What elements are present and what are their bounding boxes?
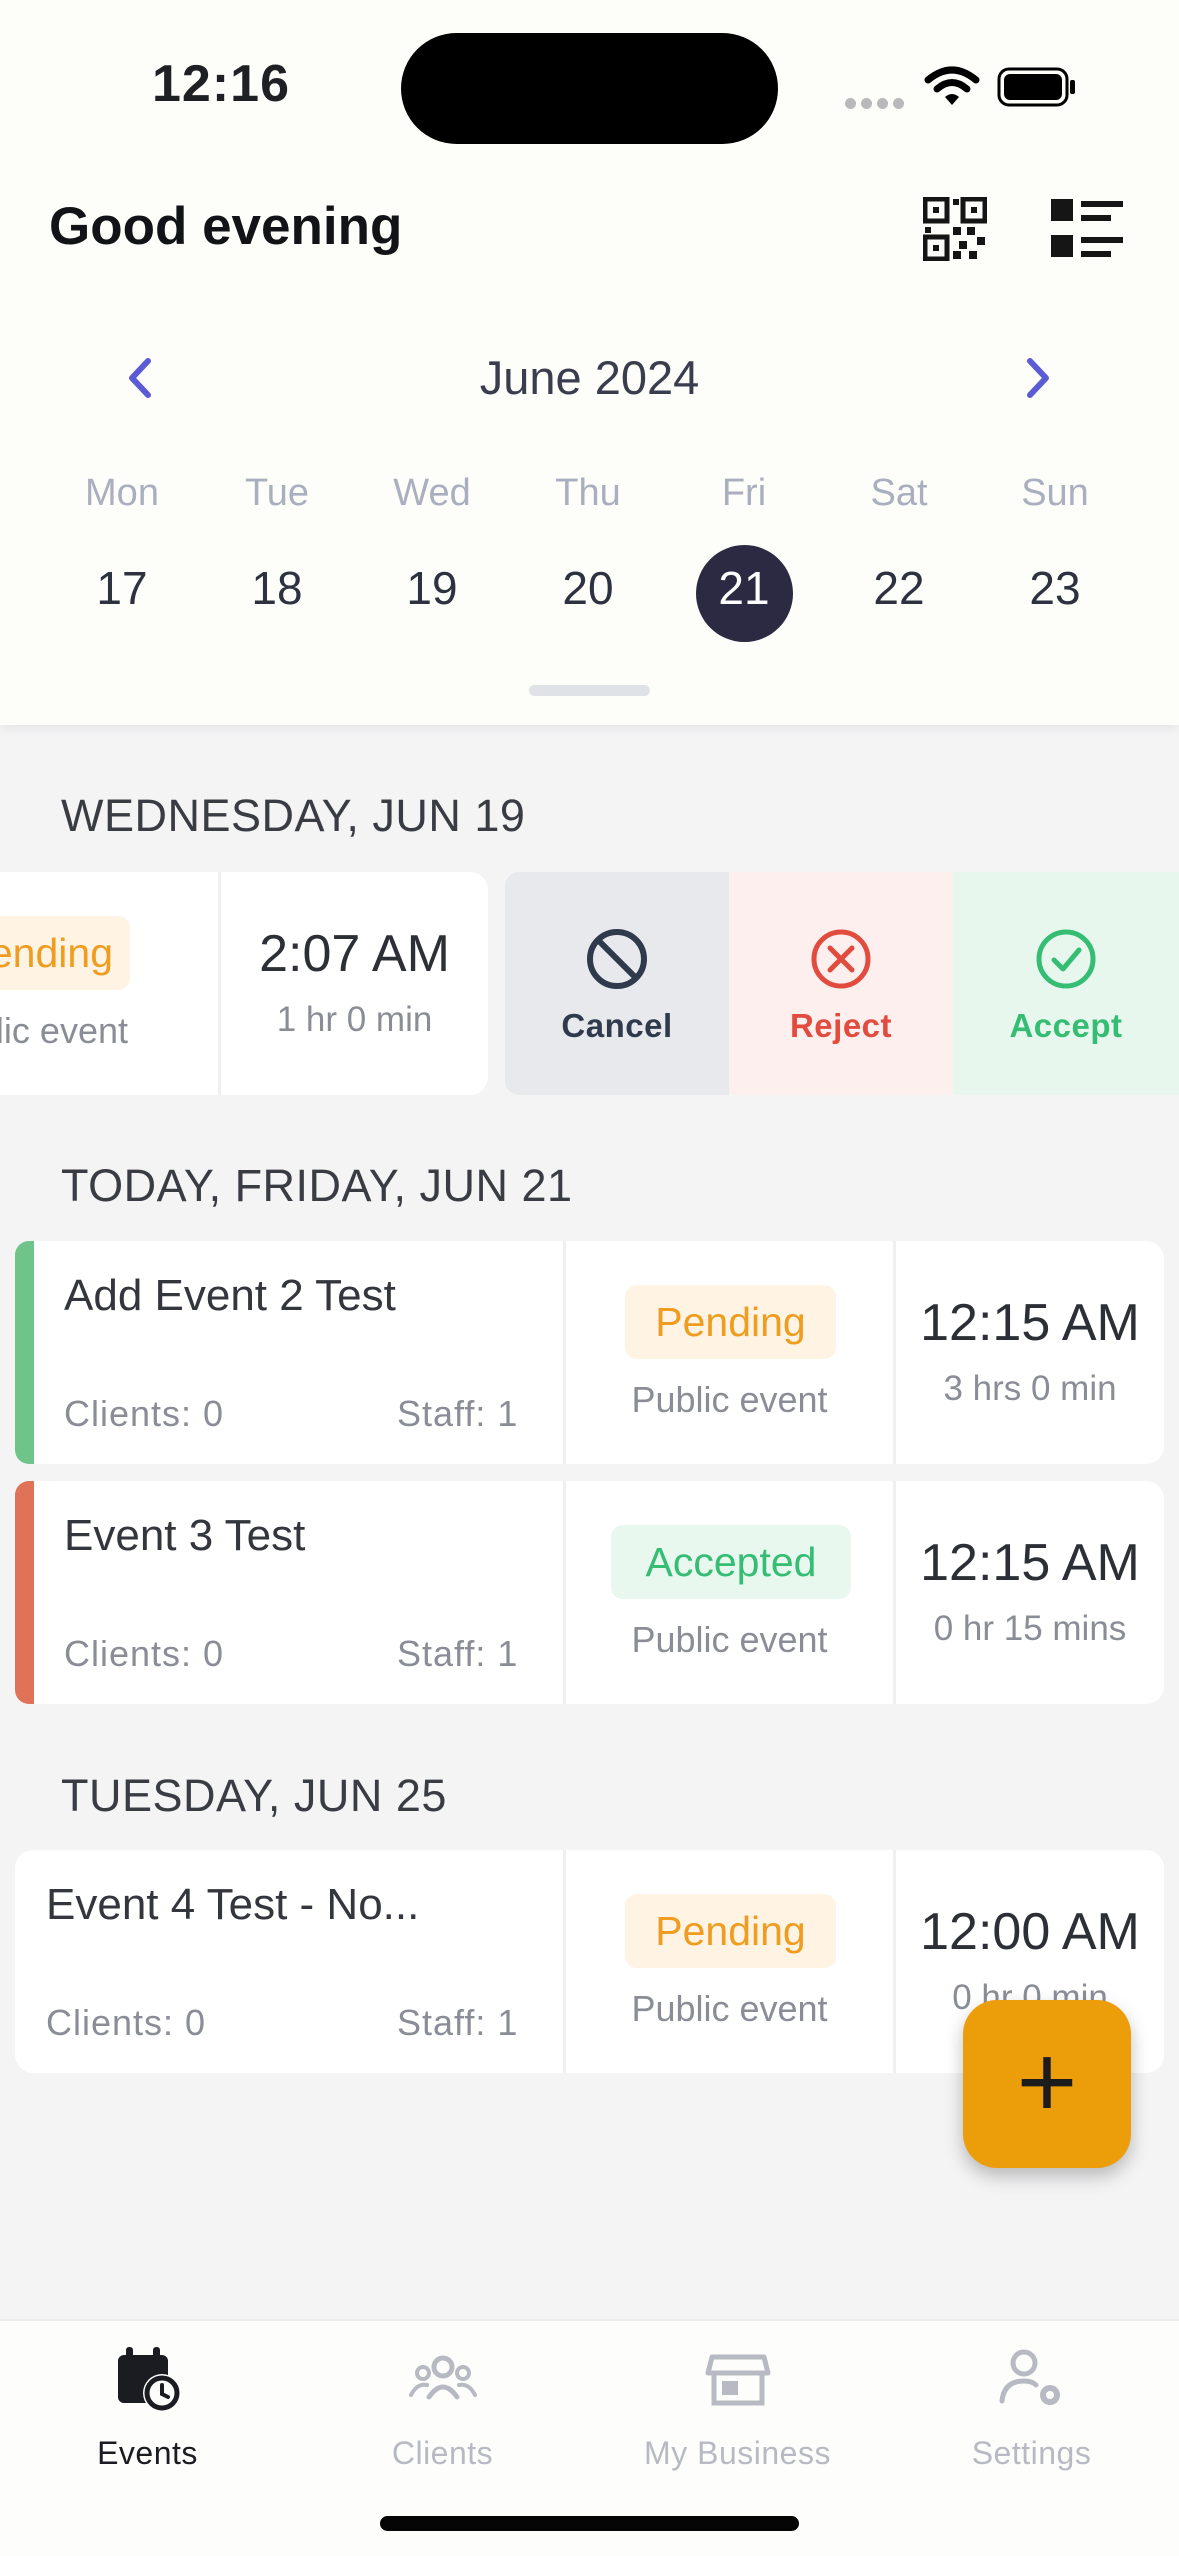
weekday-label: Mon — [85, 472, 159, 514]
weekday-label: Wed — [393, 472, 471, 514]
reject-action-button[interactable]: Reject — [729, 872, 953, 1095]
ban-icon — [587, 929, 647, 989]
home-indicator — [380, 2516, 799, 2531]
event-time: 12:00 AM — [920, 1903, 1140, 1961]
tab-label: Events — [97, 2435, 198, 2471]
status-badge: Accepted — [611, 1525, 851, 1599]
event-card[interactable]: Add Event 2 Test Clients: 0 Staff: 1 Pen… — [15, 1241, 1164, 1464]
dynamic-island — [401, 33, 778, 144]
cell-divider — [563, 1481, 566, 1704]
event-clients: Clients: 0 — [64, 1633, 225, 1674]
status-badge: Pending — [625, 1285, 836, 1359]
x-circle-icon — [811, 929, 871, 989]
status-stripe — [15, 1241, 34, 1464]
greeting-title: Good evening — [49, 197, 403, 256]
calendar-day[interactable]: 23 — [977, 561, 1133, 615]
event-staff: Staff: 1 — [397, 1633, 519, 1674]
event-time: 2:07 AM — [259, 925, 450, 983]
event-type: Public event — [631, 1619, 828, 1660]
tab-my-business[interactable]: My Business — [590, 2321, 885, 2511]
status-time: 12:16 — [152, 55, 290, 113]
chevron-right-icon[interactable] — [1018, 355, 1058, 401]
weekday-label: Tue — [244, 472, 310, 514]
tab-label: Clients — [391, 2435, 494, 2471]
calendar-day[interactable]: 20 — [510, 561, 666, 615]
event-type: Public event — [631, 1379, 828, 1420]
event-time: 12:15 AM — [920, 1294, 1140, 1352]
user-gear-icon — [999, 2349, 1060, 2405]
status-badge: Pending — [0, 916, 130, 990]
cell-divider — [563, 1241, 566, 1464]
weekday-label: Thu — [555, 472, 621, 514]
event-title: Add Event 2 Test — [64, 1271, 396, 1320]
section-header: TODAY, FRIDAY, JUN 21 — [61, 1160, 573, 1211]
tab-clients[interactable]: Clients — [295, 2321, 590, 2511]
cell-divider — [563, 1850, 566, 2073]
list-view-icon[interactable] — [1051, 199, 1123, 259]
calendar-clock-icon — [117, 2347, 181, 2412]
check-circle-icon — [1036, 929, 1096, 989]
status-stripe — [15, 1481, 34, 1704]
event-clients: Clients: 0 — [64, 1393, 225, 1434]
calendar-day[interactable]: 22 — [821, 561, 977, 615]
event-duration: 1 hr 0 min — [276, 1000, 433, 1039]
tab-label: Settings — [971, 2435, 1092, 2471]
tab-settings[interactable]: Settings — [884, 2321, 1179, 2511]
users-icon — [408, 2355, 477, 2400]
calendar-day[interactable]: 17 — [44, 561, 200, 615]
weekday-label: Sat — [870, 472, 928, 514]
weekday-label: Fri — [721, 472, 767, 514]
event-card[interactable]: Event 3 Test Clients: 0 Staff: 1 Accepte… — [15, 1481, 1164, 1704]
store-icon — [705, 2354, 770, 2406]
event-staff: Staff: 1 — [397, 2002, 519, 2043]
status-badge-label: Pending — [0, 930, 113, 976]
calendar-day[interactable]: 19 — [354, 561, 510, 615]
event-type: Public event — [0, 1010, 128, 1051]
reject-label: Reject — [789, 1007, 893, 1044]
calendar-month: June 2024 — [479, 351, 700, 404]
plus-icon: + — [1016, 2024, 1078, 2140]
status-badge: Pending — [625, 1894, 836, 1968]
tab-events[interactable]: Events — [0, 2321, 295, 2511]
calendar-day-selected[interactable]: 21 — [666, 561, 822, 615]
qr-code-icon[interactable] — [923, 197, 987, 261]
event-duration: 3 hrs 0 min — [943, 1369, 1117, 1408]
event-duration: 0 hr 15 mins — [933, 1609, 1127, 1648]
section-header: TUESDAY, JUN 25 — [61, 1770, 447, 1821]
cancel-action-button[interactable]: Cancel — [505, 872, 729, 1095]
weekday-label: Sun — [1021, 472, 1089, 514]
accept-action-button[interactable]: Accept — [953, 872, 1179, 1095]
signal-icon — [845, 96, 909, 114]
event-time: 12:15 AM — [920, 1534, 1140, 1592]
event-card-swiped[interactable]: Pending Public event 2:07 AM 1 hr 0 min — [0, 872, 488, 1095]
calendar-drag-handle[interactable] — [529, 685, 650, 696]
event-title: Event 3 Test — [64, 1511, 306, 1560]
event-type: Public event — [631, 1988, 828, 2029]
calendar-day[interactable]: 18 — [199, 561, 355, 615]
tab-label: My Business — [644, 2435, 831, 2471]
event-staff: Staff: 1 — [397, 1393, 519, 1434]
cancel-label: Cancel — [561, 1007, 673, 1044]
event-clients: Clients: 0 — [46, 2002, 207, 2043]
section-header: WEDNESDAY, JUN 19 — [61, 790, 526, 841]
event-title: Event 4 Test - No... — [46, 1880, 420, 1929]
add-event-button[interactable]: + — [963, 2000, 1131, 2168]
wifi-icon — [924, 66, 980, 105]
accept-label: Accept — [1009, 1007, 1123, 1044]
battery-icon — [997, 67, 1075, 107]
